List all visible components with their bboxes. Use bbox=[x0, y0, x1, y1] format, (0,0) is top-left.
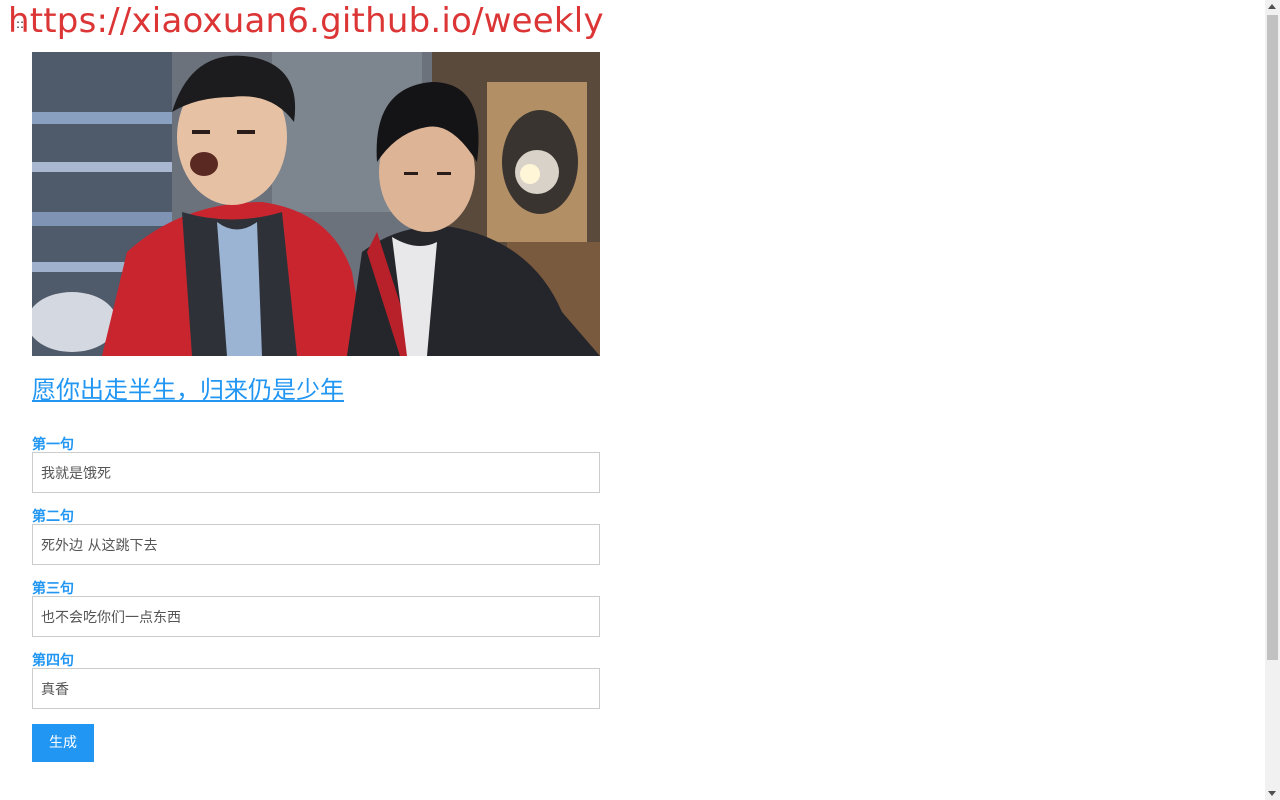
field-sentence-2: 第二句 bbox=[32, 508, 600, 565]
hero-image bbox=[32, 52, 600, 356]
sentence-1-input[interactable] bbox=[32, 452, 600, 493]
generate-button[interactable]: 生成 bbox=[32, 724, 94, 762]
scrollbar-thumb[interactable] bbox=[1267, 15, 1278, 660]
title-link[interactable]: 愿你出走半生，归来仍是少年 bbox=[32, 375, 344, 405]
scroll-down-icon[interactable] bbox=[1268, 791, 1276, 796]
sentence-form: 第一句 第二句 第三句 第四句 生成 bbox=[32, 436, 600, 762]
main-content: 愿你出走半生，归来仍是少年 第一句 第二句 第三句 第四句 生成 bbox=[32, 52, 600, 762]
sentence-2-input[interactable] bbox=[32, 524, 600, 565]
field-sentence-1: 第一句 bbox=[32, 436, 600, 493]
drag-handle-icon: :: bbox=[16, 17, 25, 31]
vertical-scrollbar[interactable] bbox=[1265, 0, 1280, 800]
field-sentence-3: 第三句 bbox=[32, 580, 600, 637]
field-sentence-4: 第四句 bbox=[32, 652, 600, 709]
meme-photo-icon bbox=[32, 52, 600, 356]
sentence-3-input[interactable] bbox=[32, 596, 600, 637]
sentence-4-input[interactable] bbox=[32, 668, 600, 709]
page: https://xiaoxuan6.github.io/weekly :: 愿你… bbox=[0, 0, 1265, 800]
scroll-up-icon[interactable] bbox=[1268, 4, 1276, 9]
url-banner: https://xiaoxuan6.github.io/weekly bbox=[8, 1, 604, 41]
